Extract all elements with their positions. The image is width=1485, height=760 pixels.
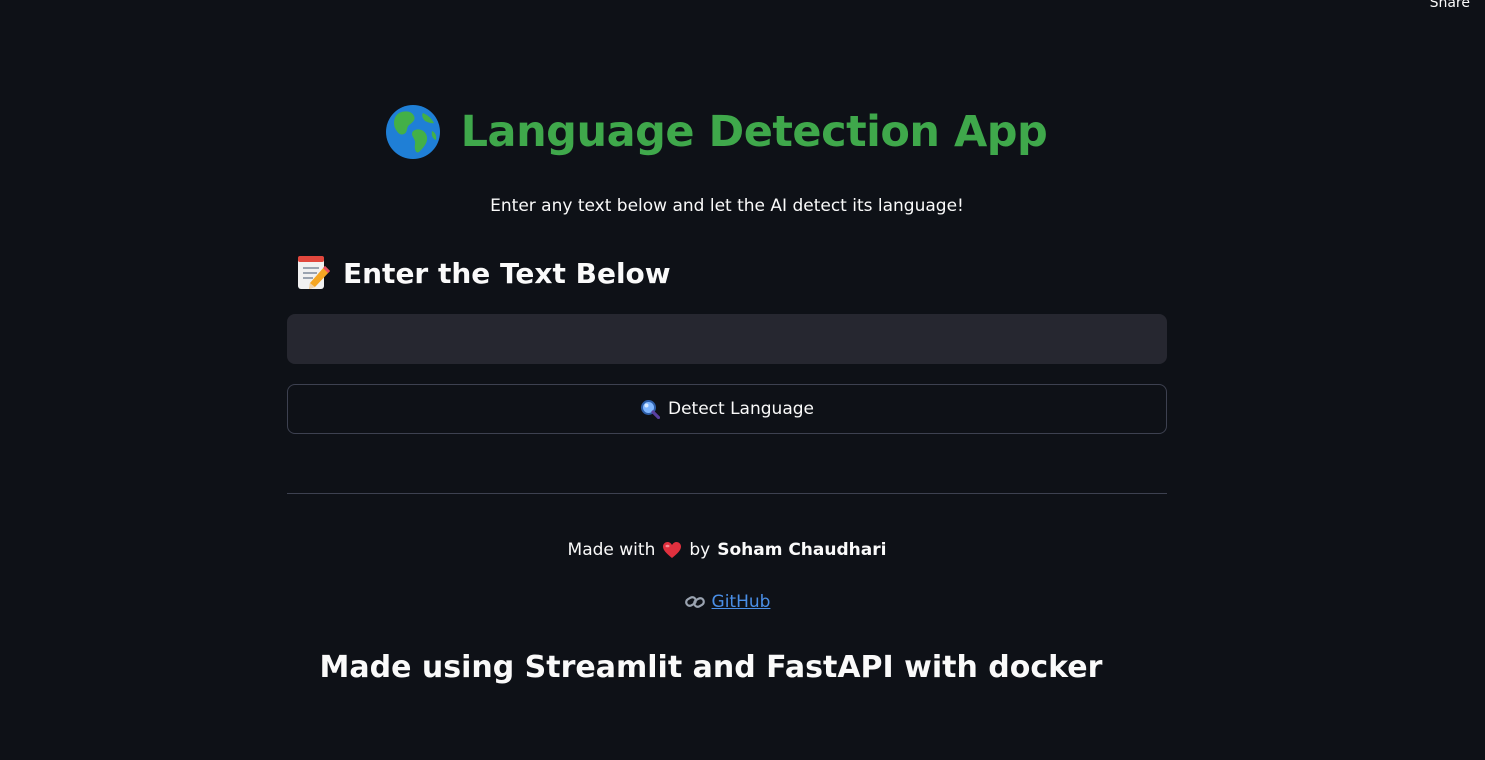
heart-icon	[662, 541, 682, 559]
text-input[interactable]	[287, 314, 1167, 364]
title-row: Language Detection App	[287, 104, 1145, 160]
section-heading: Enter the Text Below	[295, 254, 671, 292]
github-link[interactable]: GitHub	[287, 592, 1167, 612]
github-label: GitHub	[711, 592, 771, 612]
credits-line: Made with by Soham Chaudhari	[287, 540, 1167, 560]
magnifier-icon	[640, 399, 661, 420]
section-heading-text: Enter the Text Below	[343, 256, 671, 290]
memo-icon	[295, 254, 331, 292]
page-title: Language Detection App	[460, 107, 1048, 157]
share-button[interactable]: Share	[1430, 0, 1470, 11]
detect-language-label: Detect Language	[668, 399, 814, 419]
app-page: Share Language Detection App Enter any t…	[0, 0, 1485, 760]
by-text: by	[689, 540, 711, 560]
tech-stack-heading: Made using Streamlit and FastAPI with do…	[319, 650, 1103, 685]
divider	[287, 493, 1167, 494]
made-with-text: Made with	[567, 540, 656, 560]
link-icon	[684, 594, 706, 610]
globe-icon	[385, 104, 441, 160]
page-subtitle: Enter any text below and let the AI dete…	[490, 196, 964, 216]
author-name: Soham Chaudhari	[717, 540, 887, 560]
detect-language-button[interactable]: Detect Language	[287, 384, 1167, 434]
